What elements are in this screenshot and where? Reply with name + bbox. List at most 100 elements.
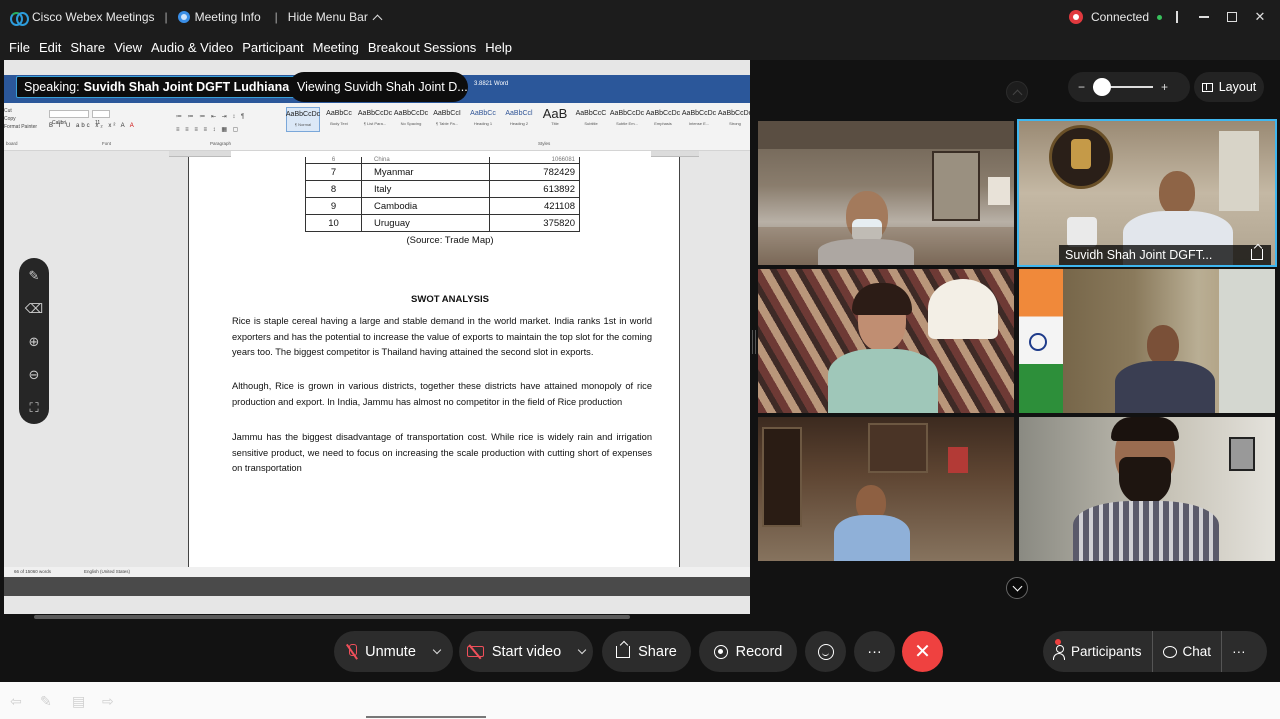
annotate-eraser-icon[interactable]: ⌫ [25,301,43,317]
video-tile[interactable] [758,417,1014,561]
style-label: Heading 1 [473,121,493,126]
zoom-out-button[interactable]: − [1078,80,1085,94]
menu-edit[interactable]: Edit [39,40,61,55]
speaker-name: Suvidh Shah Joint DGFT Ludhiana [83,80,290,94]
annotate-pen-icon[interactable]: ✎ [29,268,40,284]
font-size-box: 11 [92,110,110,126]
hide-menu-bar-button[interactable]: Hide Menu Bar [288,10,383,24]
word-status-bar: 66 of 15060 words English (United States… [4,567,750,577]
title-separator [1176,11,1178,23]
video-tile[interactable] [758,269,1014,413]
style-tile: AaBbCcl Heading 2 [502,107,536,132]
minimize-icon [1199,16,1209,18]
table-cell-country: Myanmar [361,163,490,181]
chevron-down-icon[interactable] [432,645,442,654]
style-tile: AaBbCcDc Intense E... [682,107,716,132]
close-window-button[interactable]: ✕ [1246,0,1274,34]
table-cell-rank: 10 [305,214,362,232]
style-tile: AaBbCcDc ¶ Normal [286,107,320,132]
chat-button[interactable]: Chat [1151,631,1222,672]
participants-label: Participants [1071,644,1142,659]
participant-body [1073,501,1219,561]
speaking-prefix: Speaking: [24,80,80,94]
style-label: No Spacing [400,121,422,126]
unmute-button[interactable]: Unmute [334,631,453,672]
video-tile[interactable] [758,121,1014,265]
style-tile: AaBbCcDc ¶ List Para... [358,107,392,132]
active-speaker-label: Speaking: Suvidh Shah Joint DGFT Ludhian… [16,76,298,98]
viewing-share-pill[interactable]: Viewing Suvidh Shah Joint D... [289,72,468,102]
clipboard-group-label: board [6,141,18,146]
menu-file[interactable]: File [9,40,30,55]
desk-item [1067,217,1097,247]
minimize-button[interactable] [1190,0,1218,34]
panel-splitter[interactable] [752,330,756,354]
table-row: 9 Cambodia 421108 [305,197,580,215]
word-count: 66 of 15060 words [14,569,52,574]
beard [1119,457,1171,505]
menu-breakout-sessions[interactable]: Breakout Sessions [368,40,476,55]
style-tile: AaB Title [538,107,572,132]
document-language: English (United States) [84,569,131,574]
unmute-label: Unmute [365,643,416,660]
menu-share[interactable]: Share [70,40,105,55]
zoom-out-icon[interactable]: ⊖ [29,367,40,383]
table-row: 10 Uruguay 375820 [305,214,580,232]
scroll-up-button[interactable] [1006,81,1028,103]
layout-label: Layout [1218,80,1257,94]
more-panels-button[interactable]: ··· [1221,631,1256,672]
participant-body [834,515,910,561]
record-button[interactable]: Record [699,631,797,672]
participants-button[interactable]: Participants [1043,631,1152,672]
reactions-button[interactable] [805,631,846,672]
start-video-button[interactable]: Start video [459,631,593,672]
style-label: Intense E... [688,121,710,126]
table-cell-country: Cambodia [361,197,490,215]
style-sample: AaBbCcI [433,110,461,117]
layout-button[interactable]: Layout [1194,72,1264,102]
menu-meeting[interactable]: Meeting [313,40,359,55]
swot-heading: SWOT ANALYSIS [411,294,489,305]
menu-audio-video[interactable]: Audio & Video [151,40,233,55]
pen-icon: ✎ [40,693,52,709]
menu-bar: File Edit Share View Audio & Video Parti… [0,34,1280,60]
chakra-icon [1029,333,1047,351]
cabinet [762,427,802,527]
shared-content[interactable]: 3.8821 Word Cut Copy Format Painter Cali… [4,60,750,614]
participant-name: Suvidh Shah Joint DGFT... [1065,248,1213,262]
video-tile[interactable] [1019,417,1275,561]
table-cell-rank: 9 [305,197,362,215]
zoom-in-button[interactable]: + [1161,80,1168,94]
style-tile: AaBbCcDc Strong [718,107,750,132]
share-button[interactable]: Share [602,631,691,672]
table-cell-rank: 8 [305,180,362,198]
meeting-info-button[interactable]: Meeting Info [177,10,261,24]
menu-participant[interactable]: Participant [242,40,303,55]
chevron-down-icon[interactable] [577,645,587,654]
maximize-button[interactable] [1218,0,1246,34]
clipboard-group: Cut Copy Format Painter [4,107,37,131]
video-tile[interactable] [1019,269,1275,413]
meeting-info-label: Meeting Info [194,10,261,24]
zoom-in-icon[interactable]: ⊕ [29,334,40,350]
style-label: Body Text [330,121,348,126]
tile-bg [1219,269,1275,413]
zoom-slider[interactable] [1093,78,1154,96]
more-options-button[interactable]: ··· [854,631,895,672]
menu-help[interactable]: Help [485,40,512,55]
style-sample: AaBbCcDc [609,110,645,117]
end-meeting-button[interactable]: ✕ [902,631,943,672]
connection-icon[interactable] [1068,10,1083,24]
table-cell-value: 613892 [489,180,580,198]
style-sample: AaBbCcl [505,110,533,117]
tile-bg [988,177,1010,205]
video-tile-active-speaker[interactable]: Suvidh Shah Joint DGFT... [1017,119,1277,267]
maximize-icon [1227,12,1237,22]
scroll-down-button[interactable] [1006,577,1028,599]
menu-view[interactable]: View [114,40,142,55]
horizontal-scrollbar[interactable] [34,615,630,619]
document-page: 6 China 1066081 7 Myanmar 782429 8 Italy 6138… [188,157,680,567]
fit-screen-icon[interactable]: ⛶ [29,400,38,416]
mic-muted-icon [347,643,358,660]
zoom-slider-thumb[interactable] [1093,78,1112,96]
